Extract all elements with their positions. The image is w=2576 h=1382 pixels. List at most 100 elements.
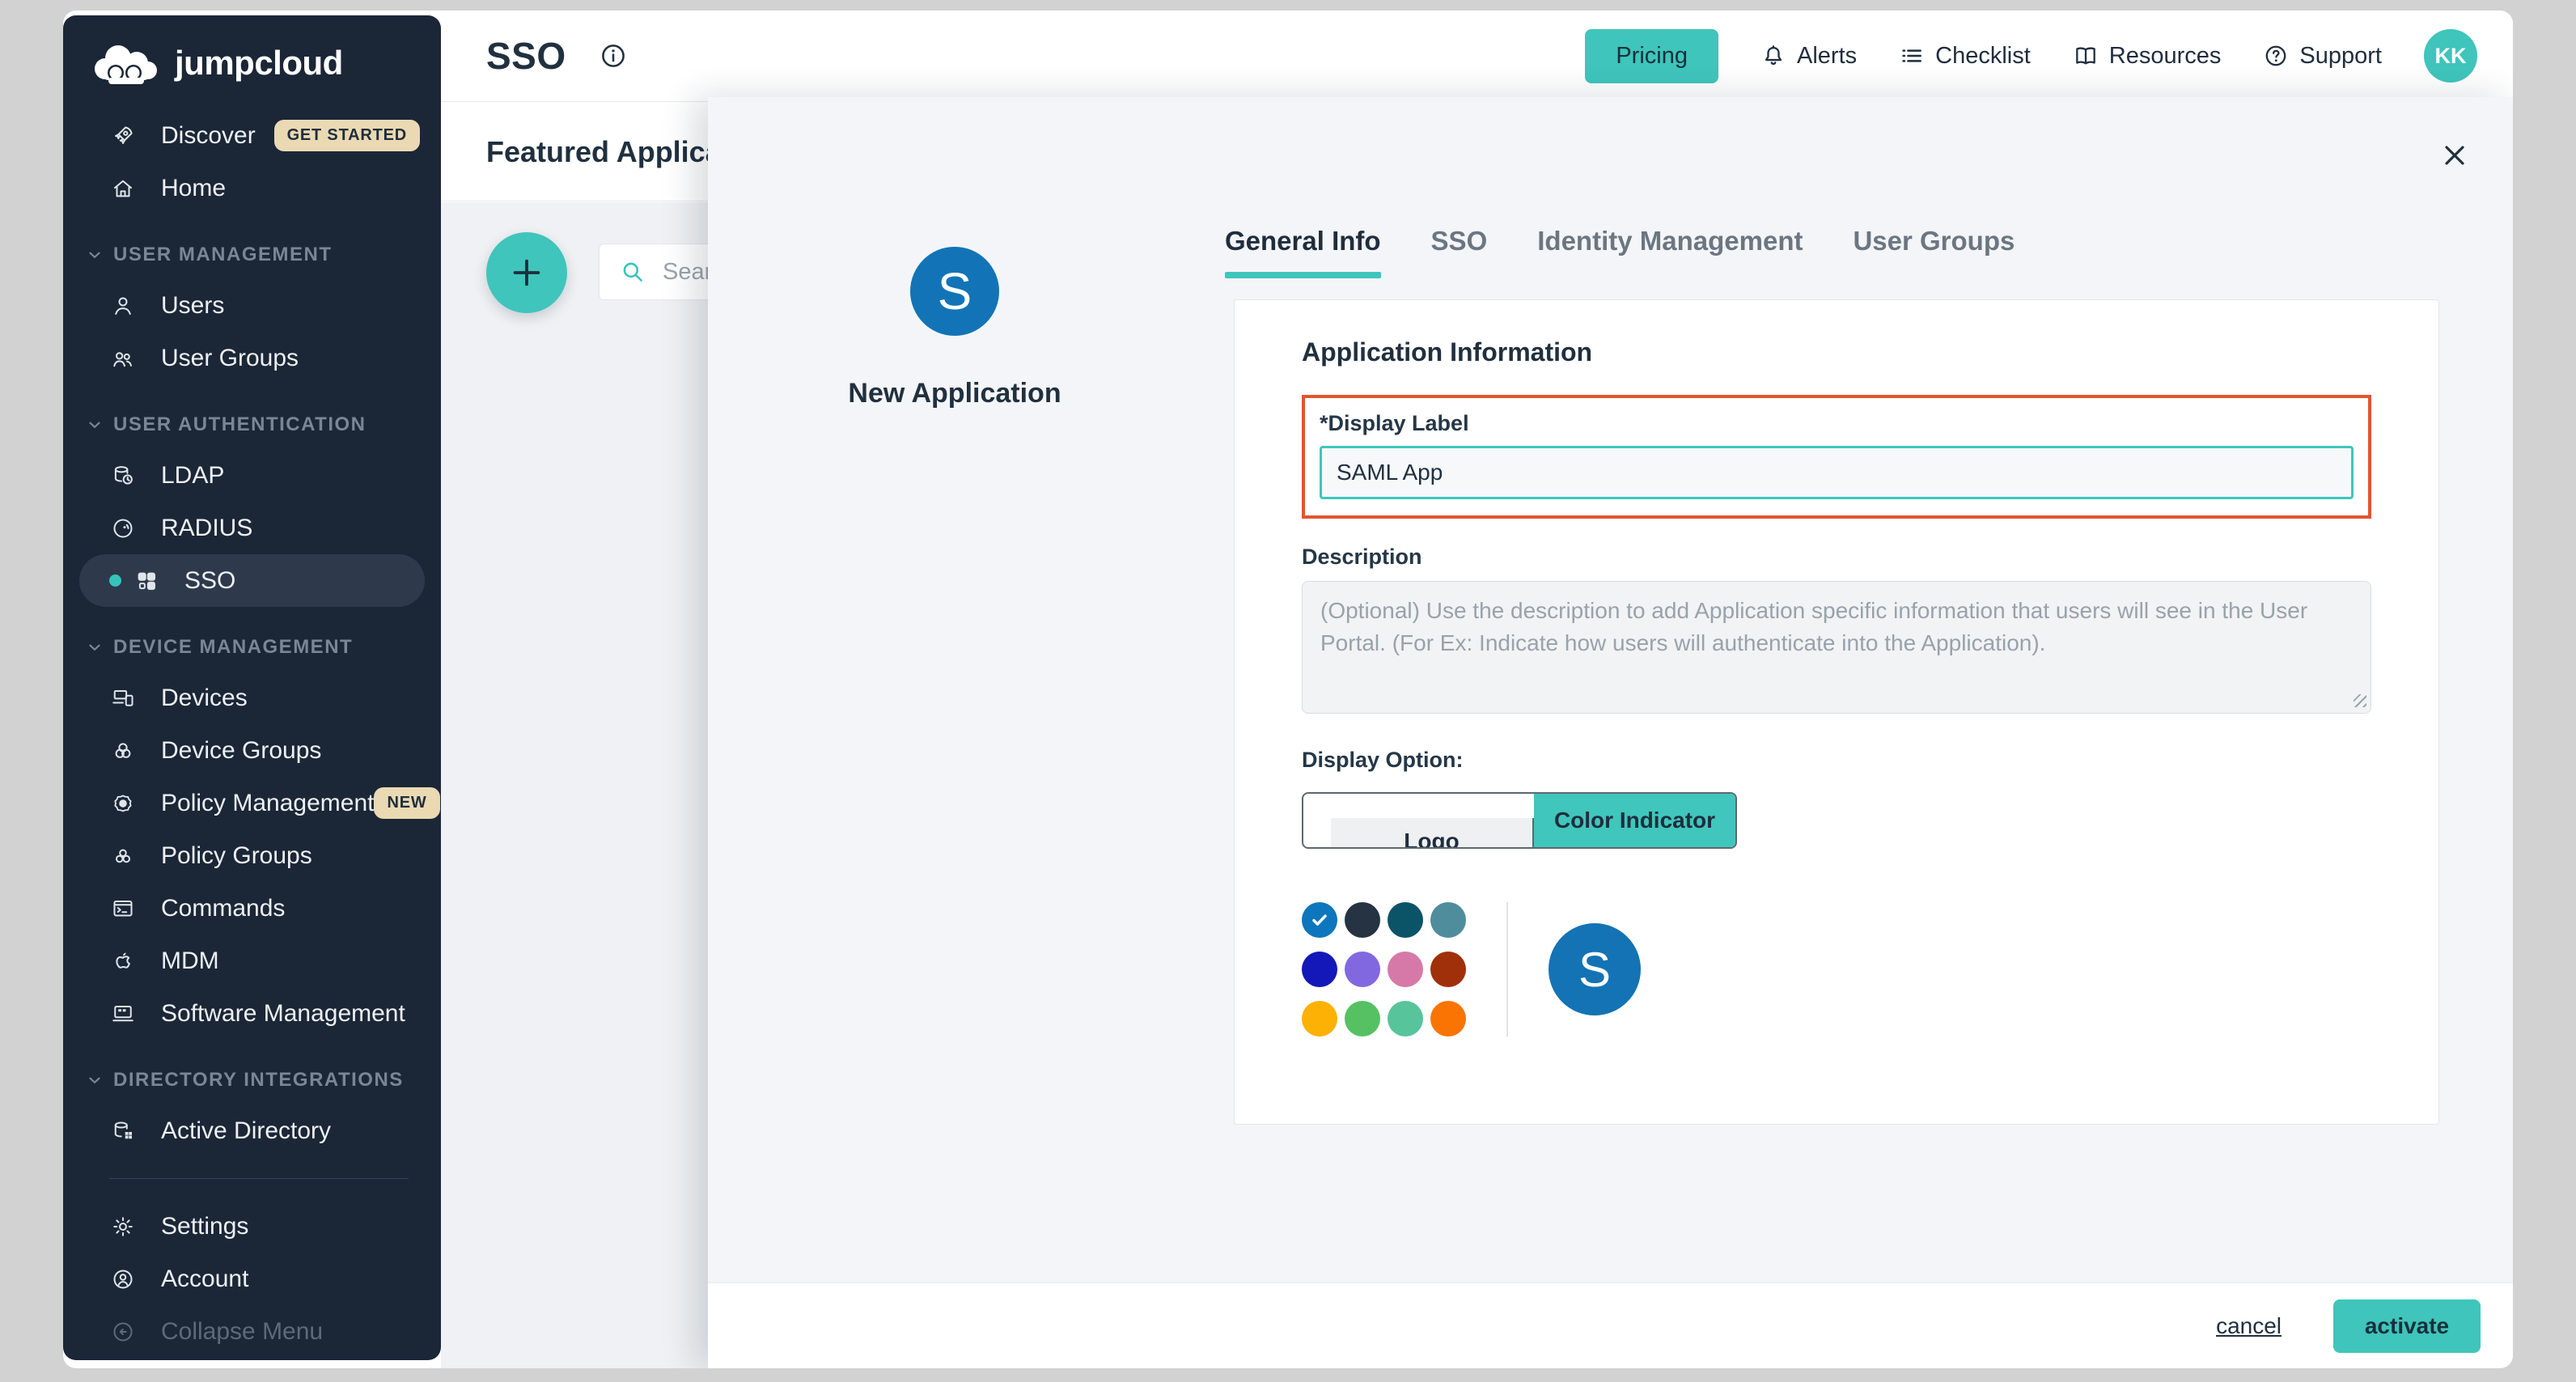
- color-picker: S: [1302, 902, 2371, 1036]
- tab-identity-management[interactable]: Identity Management: [1537, 225, 1803, 278]
- sidebar: jumpcloud Discover GET STARTED: [63, 15, 441, 1360]
- resources-label: Resources: [2109, 43, 2222, 70]
- section-user-management[interactable]: USER MANAGEMENT: [63, 231, 441, 279]
- color-swatch[interactable]: [1345, 1001, 1380, 1036]
- sidebar-item-home[interactable]: Home: [63, 162, 441, 214]
- color-swatch[interactable]: [1388, 902, 1423, 938]
- sidebar-item-devices[interactable]: Devices: [63, 672, 441, 724]
- chevron-down-icon: [86, 638, 104, 656]
- tab-general-info[interactable]: General Info: [1225, 225, 1381, 278]
- sidebar-item-account[interactable]: Account: [63, 1253, 441, 1305]
- book-icon: [2073, 43, 2099, 69]
- top-header: SSO Pricing Alerts: [441, 11, 2513, 102]
- color-swatch[interactable]: [1345, 902, 1380, 938]
- card-title: Application Information: [1302, 337, 2371, 367]
- page-title: SSO: [486, 34, 566, 78]
- section-device-management[interactable]: DEVICE MANAGEMENT: [63, 623, 441, 672]
- featured-applications-title: Featured Applica: [486, 135, 722, 169]
- gear-icon: [109, 1213, 137, 1240]
- color-swatch[interactable]: [1430, 1001, 1466, 1036]
- add-application-button[interactable]: [486, 232, 567, 313]
- sidebar-item-radius[interactable]: RADIUS: [63, 502, 441, 554]
- display-label-input[interactable]: [1320, 446, 2354, 499]
- modal-footer: cancel activate: [708, 1282, 2513, 1368]
- support-button[interactable]: Support: [2263, 43, 2382, 70]
- resources-button[interactable]: Resources: [2073, 43, 2222, 70]
- new-application-modal: S New Application General Info SSO Ident…: [708, 97, 2513, 1368]
- cancel-button[interactable]: cancel: [2216, 1313, 2282, 1339]
- jumpcloud-logo[interactable]: jumpcloud: [91, 40, 441, 87]
- description-textarea[interactable]: [1302, 581, 2371, 714]
- sidebar-item-user-groups[interactable]: User Groups: [63, 332, 441, 384]
- search-icon: [619, 258, 646, 286]
- users-group-icon: [109, 345, 137, 372]
- database-clock-icon: [109, 462, 137, 490]
- close-button[interactable]: [2435, 136, 2474, 175]
- color-swatch[interactable]: [1302, 952, 1337, 987]
- laptop-apps-icon: [109, 1000, 137, 1028]
- sidebar-item-label: RADIUS: [161, 515, 252, 542]
- sidebar-item-discover[interactable]: Discover GET STARTED: [63, 109, 441, 162]
- tab-sso[interactable]: SSO: [1431, 225, 1488, 278]
- sidebar-item-software-management[interactable]: Software Management: [63, 987, 441, 1040]
- sidebar-item-active-directory[interactable]: Active Directory: [63, 1104, 441, 1157]
- sidebar-item-label: Collapse Menu: [161, 1318, 323, 1346]
- sidebar-item-label: SSO: [184, 567, 235, 595]
- support-label: Support: [2299, 43, 2382, 70]
- sidebar-item-collapse-menu[interactable]: Collapse Menu: [63, 1305, 441, 1358]
- sidebar-item-label: Account: [161, 1265, 248, 1293]
- sidebar-item-label: Policy Management: [161, 790, 374, 817]
- user-avatar[interactable]: KK: [2424, 29, 2477, 83]
- collapse-arrow-icon: [109, 1318, 137, 1346]
- color-indicator-option[interactable]: Color Indicator: [1534, 794, 1735, 847]
- color-swatch[interactable]: [1302, 1001, 1337, 1036]
- application-identity: S New Application: [708, 247, 1201, 409]
- pricing-button[interactable]: Pricing: [1585, 29, 1718, 83]
- check-icon: [1309, 909, 1330, 931]
- resize-handle[interactable]: [2354, 694, 2366, 707]
- logo-option[interactable]: Logo: [1331, 818, 1534, 849]
- sidebar-item-sso[interactable]: SSO: [79, 554, 425, 607]
- terminal-icon: [109, 895, 137, 922]
- grid-squares-icon: [133, 567, 160, 595]
- color-swatch[interactable]: [1388, 952, 1423, 987]
- application-avatar: S: [910, 247, 999, 336]
- sidebar-item-label: MDM: [161, 947, 219, 975]
- sidebar-item-users[interactable]: Users: [63, 279, 441, 332]
- display-label-label: *Display Label: [1320, 411, 2354, 436]
- color-swatch-selected[interactable]: [1302, 902, 1337, 938]
- sidebar-item-policy-management[interactable]: Policy Management NEW: [63, 777, 441, 829]
- section-directory-integrations[interactable]: DIRECTORY INTEGRATIONS: [63, 1056, 441, 1104]
- alerts-button[interactable]: Alerts: [1760, 43, 1857, 70]
- circle-cluster-icon: [109, 842, 137, 870]
- color-swatch[interactable]: [1388, 1001, 1423, 1036]
- color-swatch[interactable]: [1430, 902, 1466, 938]
- checklist-label: Checklist: [1935, 43, 2031, 70]
- checklist-button[interactable]: Checklist: [1899, 43, 2031, 70]
- devices-icon: [109, 685, 137, 712]
- color-swatch[interactable]: [1345, 952, 1380, 987]
- picker-divider: [1506, 902, 1508, 1036]
- activate-button[interactable]: activate: [2333, 1299, 2481, 1353]
- sidebar-item-commands[interactable]: Commands: [63, 882, 441, 935]
- home-icon: [109, 175, 137, 202]
- sidebar-item-ldap[interactable]: LDAP: [63, 449, 441, 502]
- color-preview: S: [1549, 923, 1641, 1015]
- section-user-authentication[interactable]: USER AUTHENTICATION: [63, 401, 441, 449]
- description-field-wrap: [1302, 581, 2371, 714]
- color-swatch[interactable]: [1430, 952, 1466, 987]
- info-icon[interactable]: [599, 41, 628, 70]
- sidebar-item-label: Users: [161, 292, 224, 320]
- sidebar-item-device-groups[interactable]: Device Groups: [63, 724, 441, 777]
- color-swatches: [1302, 902, 1466, 1036]
- desktop-background: jumpcloud Discover GET STARTED: [0, 0, 2576, 1382]
- sidebar-item-mdm[interactable]: MDM: [63, 935, 441, 987]
- sidebar-item-policy-groups[interactable]: Policy Groups: [63, 829, 441, 882]
- sidebar-item-label: Active Directory: [161, 1117, 331, 1145]
- sidebar-item-settings[interactable]: Settings: [63, 1200, 441, 1253]
- tab-user-groups[interactable]: User Groups: [1853, 225, 2015, 278]
- get-started-badge: GET STARTED: [274, 120, 420, 151]
- application-name: New Application: [848, 378, 1061, 409]
- bell-icon: [1760, 43, 1786, 69]
- display-option-label: Display Option:: [1302, 748, 2371, 773]
